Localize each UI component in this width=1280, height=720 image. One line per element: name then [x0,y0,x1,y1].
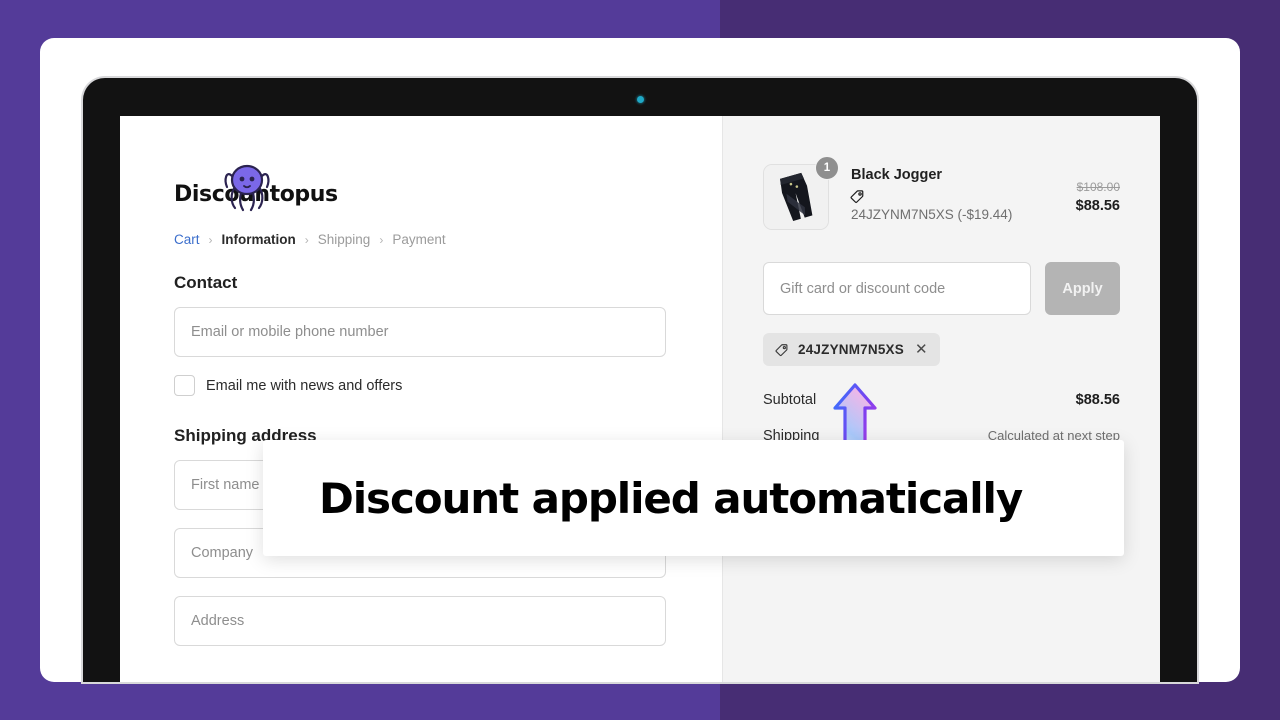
discount-code-input[interactable]: Gift card or discount code [763,262,1031,315]
discount-entry-row: Gift card or discount code Apply [763,262,1120,315]
newsletter-checkbox-row[interactable]: Email me with news and offers [174,375,722,396]
email-field-placeholder: Email or mobile phone number [191,324,389,340]
apply-discount-button[interactable]: Apply [1045,262,1120,315]
breadcrumb: Cart › Information › Shipping › Payment [174,232,722,247]
price-tag-icon [850,189,864,203]
breadcrumb-separator-icon: › [208,232,213,247]
breadcrumb-separator-icon: › [304,232,309,247]
applied-discount-code: 24JZYNM7N5XS [798,342,904,357]
order-line-item: 1 Black Jogger 24JZYNM7N5XS (-$19.44) $1… [763,156,1120,232]
product-thumbnail-wrapper: 1 [763,156,839,232]
order-summary-column: 1 Black Jogger 24JZYNM7N5XS (-$19.44) $1… [722,116,1160,682]
checkout-page: Discountopus Cart › Information › Shippi… [120,116,1160,682]
camera-dot-icon [636,96,644,103]
close-icon[interactable]: ✕ [913,342,928,357]
breadcrumb-item-shipping[interactable]: Shipping [318,232,371,247]
price-tag-icon [775,343,788,356]
order-item-final-price: $88.56 [1075,198,1120,214]
applied-discount-chip: 24JZYNM7N5XS ✕ [763,333,940,366]
order-item-name: Black Jogger [851,167,943,183]
contact-section-title: Contact [174,273,238,292]
email-field[interactable]: Email or mobile phone number [174,307,666,357]
tablet-screen: Discountopus Cart › Information › Shippi… [120,116,1160,682]
address-placeholder: Address [191,613,245,629]
address-field[interactable]: Address [174,596,666,646]
breadcrumb-separator-icon: › [379,232,384,247]
order-item-discount-code: 24JZYNM7N5XS (-$19.44) [851,206,1013,222]
brand-logo[interactable]: Discountopus [174,162,338,214]
order-item-details: Black Jogger 24JZYNM7N5XS (-$19.44) [831,164,1046,223]
newsletter-checkbox[interactable] [174,375,195,396]
caption-text: Discount applied automatically [319,473,1023,523]
tablet-device-frame: Discountopus Cart › Information › Shippi… [83,78,1197,682]
caption-banner: Discount applied automatically [263,440,1124,556]
order-item-original-price: $108.00 [1076,180,1120,194]
checkout-form-column: Discountopus Cart › Information › Shippi… [120,116,722,682]
order-item-prices: $108.00 $88.56 [1046,164,1120,218]
subtotal-label: Subtotal [763,392,817,408]
breadcrumb-item-cart[interactable]: Cart [174,232,200,247]
subtotal-value: $88.56 [1075,392,1120,408]
breadcrumb-item-information[interactable]: Information [222,232,296,247]
company-placeholder: Company [191,545,254,561]
subtotal-row: Subtotal $88.56 [763,392,1120,408]
item-quantity-badge: 1 [815,156,839,180]
octopus-logo-icon [224,164,270,212]
discount-code-placeholder: Gift card or discount code [780,280,946,297]
newsletter-label: Email me with news and offers [206,377,403,394]
breadcrumb-item-payment[interactable]: Payment [392,232,445,247]
